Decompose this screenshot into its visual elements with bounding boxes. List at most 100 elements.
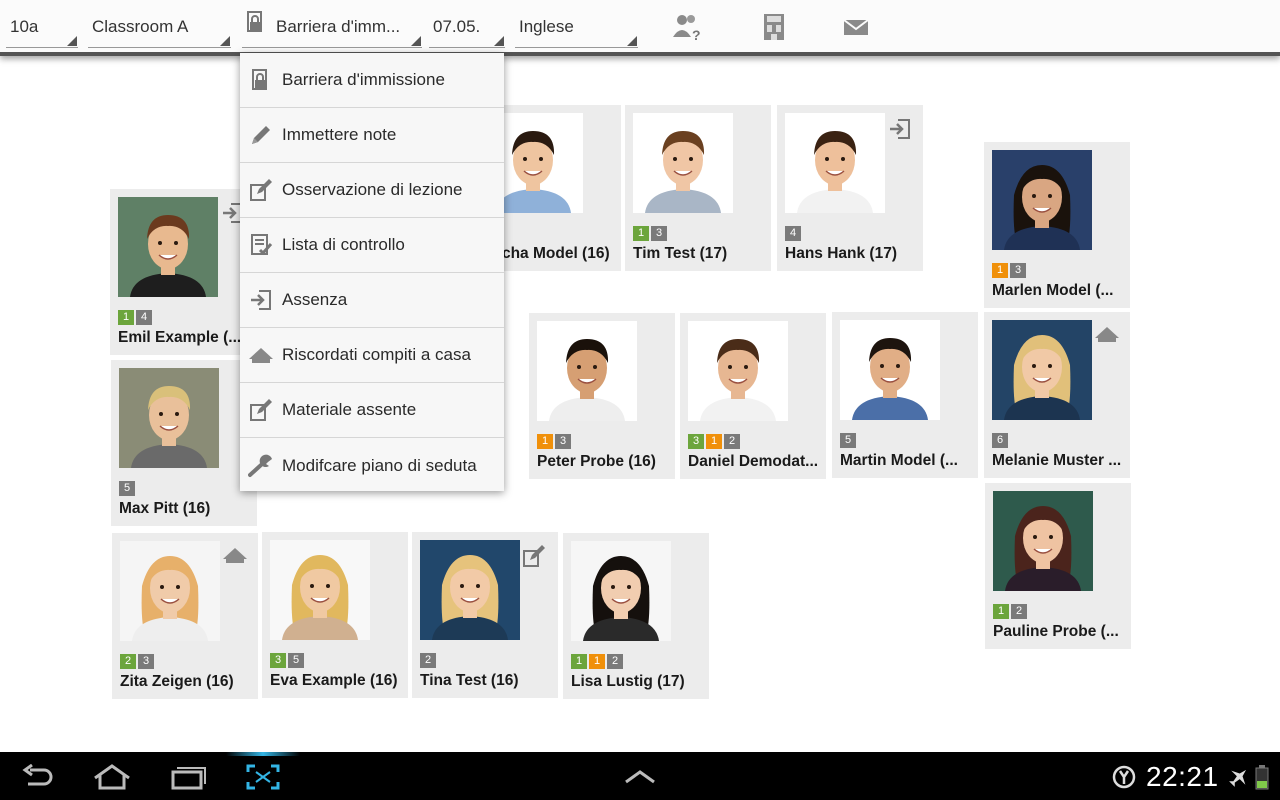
mail-icon[interactable] <box>840 12 872 42</box>
grade-badge: 2 <box>724 434 740 449</box>
student-name: Melanie Muster ... <box>992 452 1122 469</box>
mode-value: Barriera d'imm... <box>276 17 401 36</box>
svg-text:?: ? <box>692 27 701 41</box>
menu-item-label: Materiale assente <box>282 400 417 419</box>
chevron-up-icon[interactable] <box>620 762 660 792</box>
student-card[interactable]: 3 5 Eva Example (16) <box>262 532 408 698</box>
student-name: Max Pitt (16) <box>119 500 211 517</box>
student-photo <box>993 491 1093 591</box>
student-card[interactable]: 3 1 2 Daniel Demodat... <box>680 313 826 479</box>
student-card[interactable]: 5 Max Pitt (16) <box>111 360 257 526</box>
class-dropdown[interactable]: 10a <box>6 6 78 48</box>
student-name: Martin Model (... <box>840 452 958 469</box>
students-help-icon[interactable]: ? <box>672 12 704 42</box>
menu-item-label: Assenza <box>282 290 348 309</box>
edit-icon <box>240 178 282 202</box>
grade-badge: 5 <box>119 481 135 496</box>
student-photo <box>270 540 370 640</box>
house-icon <box>240 345 282 365</box>
grade-badges: 5 <box>119 481 135 496</box>
grade-badges: 312 <box>688 434 740 449</box>
edit-icon <box>522 544 548 568</box>
student-card[interactable]: 1 1 2 Lisa Lustig (17) <box>563 533 709 699</box>
room-value: Classroom A <box>92 17 189 36</box>
student-photo <box>120 541 220 641</box>
student-photo <box>420 540 520 640</box>
grade-badges: 12 <box>993 604 1027 619</box>
student-card[interactable]: 1 3 Peter Probe (16) <box>529 313 675 479</box>
grade-badge: 3 <box>138 654 154 669</box>
menu-item-entry-barrier[interactable]: Barriera d'immissione <box>240 53 504 108</box>
house-icon <box>222 545 248 569</box>
checklist-icon <box>240 233 282 257</box>
airplane-mode-icon <box>1226 762 1252 792</box>
menu-item-checklist[interactable]: Lista di controllo <box>240 218 504 273</box>
student-photo <box>688 321 788 421</box>
grade-badge: 6 <box>992 433 1008 448</box>
subject-dropdown[interactable]: Inglese <box>515 6 638 48</box>
grade-badge: 2 <box>1011 604 1027 619</box>
home-icon[interactable] <box>92 762 132 792</box>
seating-plan-pdf-icon[interactable] <box>758 12 790 42</box>
clock: 22:21 <box>1146 761 1219 792</box>
student-card[interactable]: 2 3 Zita Zeigen (16) <box>112 533 258 699</box>
student-card[interactable]: 4 Hans Hank (17) <box>777 105 923 271</box>
menu-item-homework-reminder[interactable]: Riscordati compiti a casa <box>240 328 504 383</box>
grade-badges: 2 <box>420 653 436 668</box>
menu-item-edit-seating-plan[interactable]: Modifcare piano di seduta <box>240 438 504 493</box>
class-value: 10a <box>10 17 39 36</box>
student-name: Tina Test (16) <box>420 672 519 689</box>
student-photo <box>118 197 218 297</box>
recent-apps-icon[interactable] <box>168 762 208 792</box>
student-name: Marlen Model (... <box>992 282 1114 299</box>
menu-item-label: Modifcare piano di seduta <box>282 455 477 475</box>
student-card[interactable]: 1 3 Marlen Model (... <box>984 142 1130 308</box>
grade-badge: 3 <box>651 226 667 241</box>
back-icon[interactable] <box>18 762 58 792</box>
menu-item-missing-material[interactable]: Materiale assente <box>240 383 504 438</box>
house-icon <box>1094 324 1120 348</box>
menu-item-enter-notes[interactable]: Immettere note <box>240 108 504 163</box>
student-name: Emil Example (... <box>118 329 242 346</box>
student-card[interactable]: 2 Tina Test (16) <box>412 532 558 698</box>
student-photo <box>992 150 1092 250</box>
grade-badge: 3 <box>1010 263 1026 278</box>
pencil-icon <box>240 123 282 147</box>
grade-badge: 3 <box>270 653 286 668</box>
grade-badges: 13 <box>537 434 571 449</box>
student-card[interactable]: 1 2 Pauline Probe (... <box>985 483 1131 649</box>
lock-icon <box>240 69 282 91</box>
menu-item-lesson-observation[interactable]: Osservazione di lezione <box>240 163 504 218</box>
usb-debug-icon <box>1106 762 1142 792</box>
mode-dropdown[interactable]: Barriera d'imm... <box>242 6 422 48</box>
student-card[interactable]: 1 3 Tim Test (17) <box>625 105 771 271</box>
room-dropdown[interactable]: Classroom A <box>88 6 231 48</box>
grade-badge: 3 <box>688 434 704 449</box>
grade-badges: 6 <box>992 433 1008 448</box>
grade-badges: 14 <box>118 310 152 325</box>
grade-badge: 1 <box>633 226 649 241</box>
date-dropdown[interactable]: 07.05. <box>429 6 505 48</box>
grade-badge: 4 <box>136 310 152 325</box>
exit-icon <box>240 288 282 312</box>
grade-badges: 5 <box>840 433 856 448</box>
lock-icon <box>246 7 266 48</box>
student-name: Eva Example (16) <box>270 672 398 689</box>
grade-badge: 1 <box>537 434 553 449</box>
student-photo <box>571 541 671 641</box>
system-navigation-bar: 22:21 <box>0 752 1280 800</box>
menu-item-label: Immettere note <box>282 125 397 144</box>
grade-badges: 112 <box>571 654 623 669</box>
student-card[interactable]: 5 Martin Model (... <box>832 312 978 478</box>
grade-badge: 3 <box>555 434 571 449</box>
grade-badge: 2 <box>607 654 623 669</box>
student-name: Daniel Demodat... <box>688 453 819 470</box>
top-toolbar: 10a Classroom A Barriera d'imm... 07.05.… <box>0 0 1280 56</box>
menu-item-absence[interactable]: Assenza <box>240 273 504 328</box>
mode-menu: Barriera d'immissione Immettere note Oss… <box>240 53 504 491</box>
grade-badge: 1 <box>118 310 134 325</box>
student-card[interactable]: 6 Melanie Muster ... <box>984 312 1130 478</box>
student-name: Hans Hank (17) <box>785 245 897 262</box>
student-card[interactable]: 1 4 Emil Example (... <box>110 189 256 355</box>
screenshot-icon[interactable] <box>243 762 283 792</box>
